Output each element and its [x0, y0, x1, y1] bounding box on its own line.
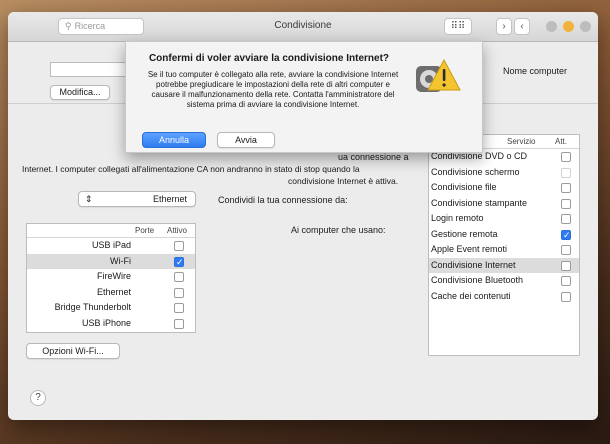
port-checkbox[interactable] [174, 255, 184, 270]
service-row[interactable]: Apple Event remoti [429, 242, 579, 258]
description-line-2: Internet. I computer collegati all'alime… [22, 164, 360, 174]
services-col-on: Att. [555, 137, 568, 146]
service-name: Condivisione Bluetooth [431, 275, 524, 285]
service-row[interactable]: Cache dei contenuti [429, 289, 579, 305]
zoom-button[interactable] [546, 21, 557, 32]
port-row[interactable]: Wi-Fi [27, 253, 195, 270]
minimize-button[interactable] [563, 21, 574, 32]
dialog-body: Se il tuo computer è collegato alla rete… [147, 70, 399, 109]
port-name: Bridge Thunderbolt [54, 302, 131, 312]
to-computers-label: Ai computer che usano: [291, 225, 386, 235]
computer-name-field[interactable] [50, 62, 130, 77]
wifi-options-button[interactable]: Opzioni Wi-Fi... [26, 343, 120, 359]
service-checkbox[interactable] [561, 228, 571, 243]
service-row[interactable]: Condivisione Internet [429, 257, 579, 273]
port-name: Wi-Fi [110, 255, 131, 266]
share-from-value: Ethernet [152, 194, 187, 204]
share-from-label: Condividi la tua connessione da: [218, 195, 348, 205]
service-row[interactable]: Condivisione schermo [429, 165, 579, 181]
ports-table-header: Attivo Porte [27, 224, 195, 238]
service-row[interactable]: Condivisione Bluetooth [429, 273, 579, 289]
warning-icon [414, 56, 462, 100]
service-name: Condivisione stampante [431, 197, 528, 208]
share-from-popup[interactable]: ⇕ Ethernet [78, 191, 196, 207]
service-checkbox[interactable] [561, 167, 571, 178]
service-name: Condivisione file [431, 182, 497, 192]
window-title: Condivisione [274, 20, 332, 31]
ports-col-active: Attivo [167, 226, 188, 235]
port-checkbox[interactable] [174, 287, 184, 298]
port-row[interactable]: Ethernet [27, 285, 195, 301]
service-checkbox[interactable] [561, 152, 571, 162]
service-checkbox[interactable] [561, 245, 571, 255]
port-checkbox[interactable] [174, 241, 184, 251]
service-name: Condivisione Internet [431, 259, 516, 270]
service-checkbox[interactable] [561, 291, 571, 302]
service-name: Gestione remota [431, 228, 498, 239]
description-line-1: ua connessione a [338, 152, 409, 162]
service-checkbox[interactable] [561, 183, 571, 193]
service-checkbox[interactable] [561, 214, 571, 224]
port-name: Ethernet [96, 286, 131, 297]
service-name: Apple Event remoti [431, 244, 508, 254]
service-row[interactable]: Condivisione stampante [429, 196, 579, 212]
service-name: Condivisione schermo [431, 166, 520, 177]
port-row[interactable]: USB iPad [27, 238, 195, 254]
computer-name-label: Nome computer [503, 66, 568, 76]
service-checkbox[interactable] [561, 260, 571, 271]
service-row[interactable]: Login remoto [429, 211, 579, 227]
services-list: Att. Servizio Condivisione DVD o CD Cond… [428, 134, 580, 356]
description-line-3: condivisione Internet è attiva. [288, 176, 399, 186]
edit-button[interactable]: Modifica... [50, 85, 110, 100]
confirm-dialog: Confermi di voler avviare la condivision… [125, 41, 483, 153]
port-row[interactable]: FireWire [27, 269, 195, 285]
port-checkbox[interactable] [174, 272, 184, 282]
service-checkbox[interactable] [561, 198, 571, 209]
title-bar: ⚲ Ricerca ⠿⠿ › ‹ Condivisione [8, 12, 598, 42]
service-name: Login remoto [431, 213, 484, 223]
port-name: USB iPad [91, 240, 131, 250]
port-name: USB iPhone [81, 317, 131, 328]
help-button[interactable]: ? [30, 390, 46, 406]
dialog-title: Confermi di voler avviare la condivision… [148, 53, 390, 64]
services-col-service: Servizio [507, 137, 536, 146]
ports-col-ports: Porte [135, 226, 155, 235]
close-button[interactable] [580, 21, 591, 32]
service-checkbox[interactable] [561, 276, 571, 286]
port-row[interactable]: USB iPhone [27, 316, 195, 332]
updown-chevron-icon: ⇕ [85, 194, 93, 204]
service-row[interactable]: Condivisione file [429, 180, 579, 196]
start-button[interactable]: Avvia [217, 132, 275, 148]
port-checkbox[interactable] [174, 303, 184, 313]
port-name: FireWire [97, 271, 131, 281]
service-row[interactable]: Gestione remota [429, 227, 579, 243]
ports-table: Attivo Porte USB iPad Wi-Fi FireWire Eth… [26, 223, 196, 333]
cancel-button[interactable]: Annulla [142, 132, 206, 148]
port-checkbox[interactable] [174, 318, 184, 329]
service-name: Cache dei contenuti [431, 290, 511, 301]
port-row[interactable]: Bridge Thunderbolt [27, 300, 195, 316]
